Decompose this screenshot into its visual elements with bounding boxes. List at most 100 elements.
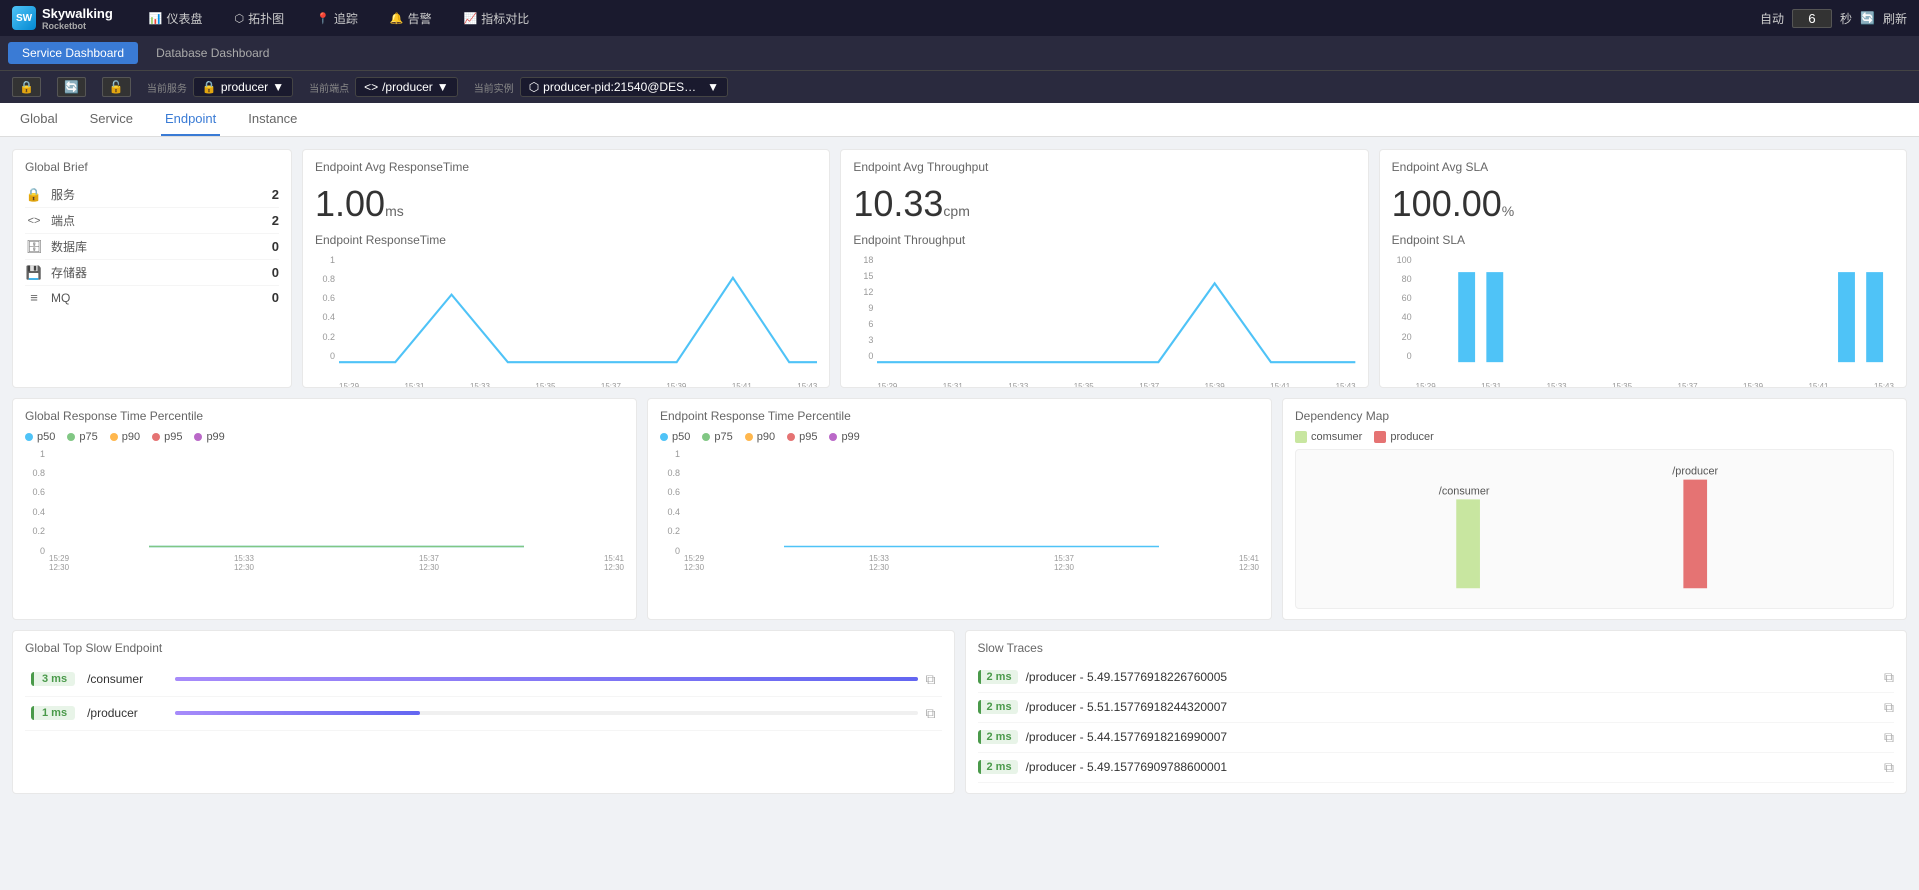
slow-ep-progress-1: [175, 711, 917, 715]
p95-dot: [152, 433, 160, 441]
trace-item-2: 2 ms /producer - 5.44.15776918216990007 …: [978, 723, 1895, 753]
endpoint-avg-response-card: Endpoint Avg ResponseTime 1.00ms Endpoin…: [302, 149, 830, 388]
ep-legend-p99: p99: [829, 431, 859, 443]
slow-traces-card: Slow Traces 2 ms /producer - 5.49.157769…: [965, 630, 1908, 794]
trace-copy-2[interactable]: ⧉: [1884, 729, 1894, 746]
brief-item-service: 🔒 服务 2: [25, 182, 279, 208]
trace-copy-3[interactable]: ⧉: [1884, 759, 1894, 776]
logo-icon: SW: [12, 6, 36, 30]
legend-p75: p75: [67, 431, 97, 443]
top-navigation: SW Skywalking Rocketbot 📊 仪表盘 ⬡ 拓扑图 📍 追踪…: [0, 0, 1919, 36]
content-tab-bar: Global Service Endpoint Instance: [0, 103, 1919, 137]
global-brief-card: Global Brief 🔒 服务 2 <> 端点 2 🗄 数据库 0 💾 存储…: [12, 149, 292, 388]
tab-instance[interactable]: Instance: [244, 103, 301, 136]
refresh-icon: 🔄: [1860, 11, 1875, 25]
global-percentile-chart: 10.80.60.40.20 15:2912:3015:3312:3015:37…: [25, 449, 624, 572]
response-time-value: 1.00ms: [315, 182, 817, 225]
slow-ep-item-0: 3 ms /consumer ⧉: [25, 663, 942, 697]
mq-icon-brief: ≡: [25, 290, 43, 305]
copy-icon-0[interactable]: ⧉: [926, 671, 936, 688]
trace-badge-2: 2 ms: [978, 730, 1018, 744]
tab-global[interactable]: Global: [16, 103, 62, 136]
lock-button[interactable]: 🔒: [12, 77, 41, 97]
slow-ep-badge-1: 1 ms: [31, 706, 75, 720]
sla-y-axis: 100806040200: [1392, 255, 1412, 376]
trace-item-3: 2 ms /producer - 5.49.15776909788600001 …: [978, 753, 1895, 783]
compare-icon: 📈: [464, 12, 478, 25]
refresh-interval-input[interactable]: [1792, 9, 1832, 28]
service-icon: 🔒: [202, 80, 217, 94]
svg-text:/consumer: /consumer: [1439, 485, 1490, 497]
nav-compare[interactable]: 📈 指标对比: [458, 6, 536, 31]
trace-item-1: 2 ms /producer - 5.51.15776918244320007 …: [978, 693, 1895, 723]
legend-p99: p99: [194, 431, 224, 443]
p50-dot: [25, 433, 33, 441]
instance-icon: ⬡: [529, 80, 539, 94]
trace-badge-0: 2 ms: [978, 670, 1018, 684]
dependency-map-card: Dependency Map comsumer producer /consum…: [1282, 398, 1907, 620]
trace-copy-1[interactable]: ⧉: [1884, 699, 1894, 716]
endpoint-response-percentile-card: Endpoint Response Time Percentile p50 p7…: [647, 398, 1272, 620]
svg-text:/producer: /producer: [1672, 465, 1718, 477]
dep-map-legend: comsumer producer: [1295, 431, 1894, 443]
sla-chart-svg: [1416, 255, 1894, 376]
sla-value: 100.00%: [1392, 182, 1894, 225]
legend-p90: p90: [110, 431, 140, 443]
nav-trace[interactable]: 📍 追踪: [310, 6, 364, 31]
endpoint-selector[interactable]: <> /producer ▼: [355, 77, 458, 97]
logo: SW Skywalking Rocketbot: [12, 6, 113, 31]
endpoint-percentile-chart: 10.80.60.40.20 15:2912:3015:3312:3015:37…: [660, 449, 1259, 572]
ep-legend-p75: p75: [702, 431, 732, 443]
g-percentile-svg: [49, 449, 624, 549]
tab-service-dashboard[interactable]: Service Dashboard: [8, 42, 138, 64]
endpoint-avg-throughput-card: Endpoint Avg Throughput 10.33cpm Endpoin…: [840, 149, 1368, 388]
unlock-button[interactable]: 🔓: [102, 77, 131, 97]
response-y-axis: 10.80.60.40.20: [315, 255, 335, 376]
ep-legend-p95: p95: [787, 431, 817, 443]
throughput-chart: 1815129630 15:2912:3015:3112:3015:3312:3…: [853, 255, 1355, 376]
nav-alarm[interactable]: 🔔 告警: [384, 6, 438, 31]
main-content: Global Brief 🔒 服务 2 <> 端点 2 🗄 数据库 0 💾 存储…: [0, 137, 1919, 816]
instance-selector[interactable]: ⬡ producer-pid:21540@DESKTO... ▼: [520, 77, 728, 97]
brief-item-db: 🗄 数据库 0: [25, 234, 279, 260]
slow-ep-item-1: 1 ms /producer ⧉: [25, 697, 942, 731]
row-1: Global Brief 🔒 服务 2 <> 端点 2 🗄 数据库 0 💾 存储…: [12, 149, 1907, 388]
slow-ep-progress-0: [175, 677, 917, 681]
response-x-axis: 15:2912:3015:3112:3015:3312:3015:3512:30…: [339, 382, 817, 388]
global-brief-title: Global Brief: [25, 160, 279, 174]
p75-dot: [67, 433, 75, 441]
row-2: Global Response Time Percentile p50 p75 …: [12, 398, 1907, 620]
global-response-percentile-card: Global Response Time Percentile p50 p75 …: [12, 398, 637, 620]
tab-database-dashboard[interactable]: Database Dashboard: [142, 42, 283, 64]
dashboard-tab-bar: Service Dashboard Database Dashboard: [0, 36, 1919, 70]
tab-service[interactable]: Service: [86, 103, 137, 136]
endpoint-percentile-legend: p50 p75 p90 p95 p99: [660, 431, 1259, 443]
tab-endpoint[interactable]: Endpoint: [161, 103, 220, 136]
throughput-x-axis: 15:2912:3015:3112:3015:3312:3015:3512:30…: [877, 382, 1355, 388]
toolbar: 🔒 🔄 🔓 当前服务 🔒 producer ▼ 当前端点 <> /produce…: [0, 70, 1919, 103]
copy-icon-1[interactable]: ⧉: [926, 705, 936, 722]
nav-dashboard[interactable]: 📊 仪表盘: [143, 6, 209, 31]
dep-map-svg: /consumer /producer: [1296, 450, 1893, 608]
row-3: Global Top Slow Endpoint 3 ms /consumer …: [12, 630, 1907, 794]
sla-x-axis: 15:2912:3015:3112:3015:3312:3015:3512:30…: [1416, 382, 1894, 388]
code-icon: <>: [364, 80, 378, 94]
nav-topology[interactable]: ⬡ 拓扑图: [229, 6, 291, 31]
dashboard-icon: 📊: [149, 12, 163, 25]
response-chart-svg: [339, 255, 817, 376]
app-sub: Rocketbot: [42, 21, 113, 31]
ep-legend-p50: p50: [660, 431, 690, 443]
brief-item-mq: ≡ MQ 0: [25, 286, 279, 309]
instance-selector-group: 当前实例 ⬡ producer-pid:21540@DESKTO... ▼: [474, 77, 728, 97]
throughput-value: 10.33cpm: [853, 182, 1355, 225]
trace-icon: 📍: [316, 12, 330, 25]
endpoint-selector-group: 当前端点 <> /producer ▼: [309, 77, 458, 97]
storage-icon-brief: 💾: [25, 265, 43, 281]
g-percentile-y-axis: 10.80.60.40.20: [25, 449, 45, 572]
refresh-button[interactable]: 🔄: [57, 77, 86, 97]
trace-copy-0[interactable]: ⧉: [1884, 669, 1894, 686]
slow-ep-badge-0: 3 ms: [31, 672, 75, 686]
brief-item-storage: 💾 存储器 0: [25, 260, 279, 286]
service-selector[interactable]: 🔒 producer ▼: [193, 77, 293, 97]
chevron-down-icon-2: ▼: [437, 80, 449, 94]
